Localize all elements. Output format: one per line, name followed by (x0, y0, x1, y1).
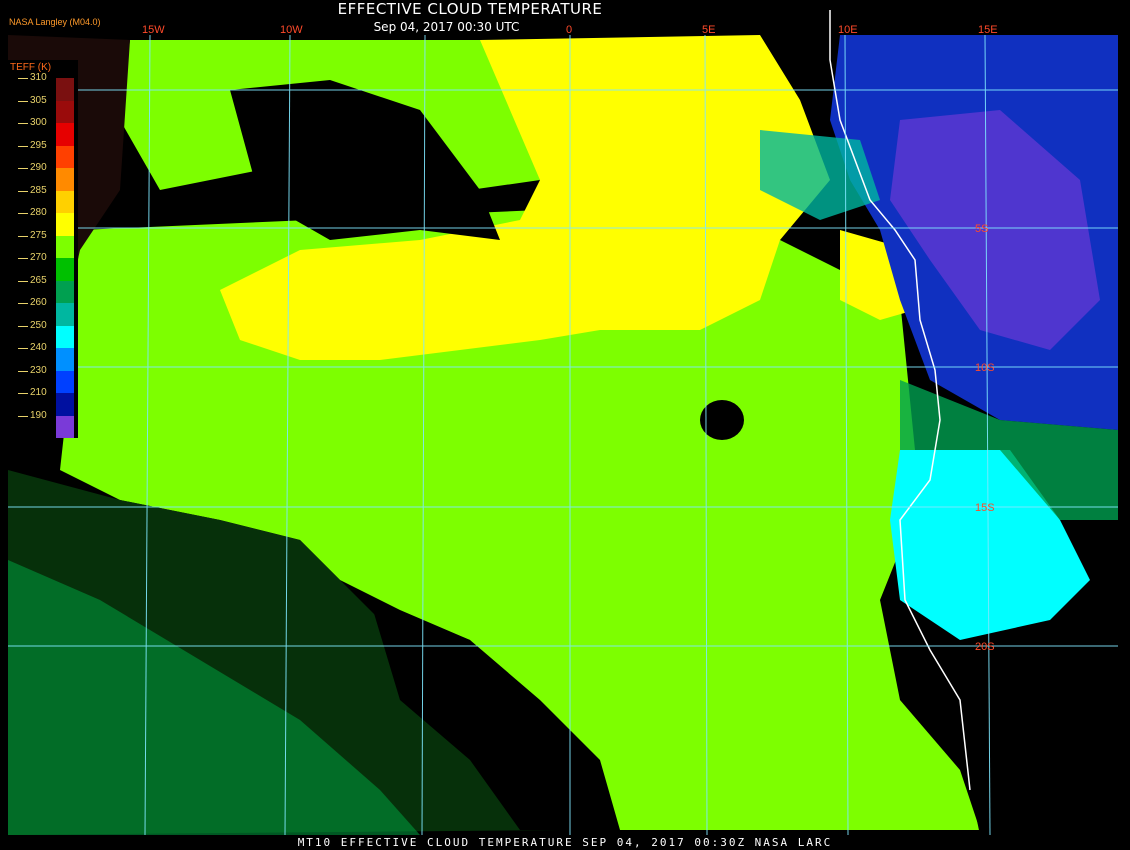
legend-tick-value: 190 (30, 409, 47, 421)
legend-swatch-265 (56, 280, 74, 303)
legend-swatch-305 (56, 100, 74, 123)
legend-tick-value: 305 (30, 94, 47, 106)
legend-tick-mark (18, 123, 28, 124)
legend-tick-mark (18, 235, 28, 237)
clear-sky-southeast (960, 640, 1118, 835)
legend-tick-value: 265 (30, 274, 47, 286)
legend-tick-mark (18, 348, 28, 349)
legend-swatch-190 (56, 415, 74, 438)
legend-swatch-240 (56, 348, 74, 371)
lat-label-5s: 5S (975, 223, 988, 235)
map-title: EFFECTIVE CLOUD TEMPERATURE (337, 0, 603, 18)
legend-swatch-250 (56, 325, 74, 348)
legend-tick-value: 275 (30, 229, 47, 241)
legend-tick-mark (18, 303, 28, 304)
legend-swatch-300 (56, 123, 74, 146)
legend-tick-mark (18, 325, 28, 327)
agency-label: NASA Langley (M04.0) (9, 17, 101, 27)
legend-swatch-280 (56, 213, 74, 236)
legend-tick-value: 285 (30, 184, 47, 196)
legend-tick-value: 270 (30, 252, 47, 263)
legend-swatch-290 (56, 168, 74, 191)
legend-tick-mark (18, 370, 28, 372)
legend-tick-value: 260 (30, 297, 47, 308)
legend-tick-mark (18, 415, 28, 417)
legend-swatch-285 (56, 190, 74, 213)
legend-swatch-260 (56, 303, 74, 326)
legend-tick-mark (18, 213, 28, 214)
lat-label-10s: 10S (975, 362, 995, 374)
legend-tick-mark (18, 100, 28, 102)
legend-tick-value: 295 (30, 139, 47, 151)
legend-swatch-295 (56, 145, 74, 168)
legend-tick-value: 310 (30, 72, 47, 83)
lat-label-20s: 20S (975, 641, 995, 653)
lat-label-15s: 15S (975, 502, 995, 514)
footer-caption: MT10 EFFECTIVE CLOUD TEMPERATURE SEP 04,… (297, 836, 833, 849)
legend-tick-mark (18, 168, 28, 169)
legend-tick-value: 240 (30, 342, 47, 353)
legend-tick-mark (18, 393, 28, 394)
legend-tick-value: 290 (30, 162, 47, 173)
legend-tick-mark (18, 145, 28, 147)
legend-tick-mark (18, 190, 28, 192)
legend-tick-mark (18, 280, 28, 282)
legend-tick-value: 300 (30, 117, 47, 128)
legend-tick-value: 230 (30, 364, 47, 376)
legend-tick-value: 210 (30, 387, 47, 398)
clear-sky-blob (700, 400, 744, 440)
legend-tick-mark (18, 78, 28, 79)
legend-swatch-230 (56, 370, 74, 393)
legend-swatch-270 (56, 258, 74, 281)
legend-tick-value: 280 (30, 207, 47, 218)
legend-swatch-275 (56, 235, 74, 258)
lon-label-15e: 15E (978, 24, 998, 36)
legend-tick-mark (18, 258, 28, 259)
satellite-map: 15W 10W 0 5E 10E 15E 5S 10S 15S 20S (8, 10, 1118, 836)
legend-swatch-310 (56, 78, 74, 101)
legend-tick-value: 250 (30, 319, 47, 331)
legend-swatch-210 (56, 393, 74, 416)
map-timestamp: Sep 04, 2017 00:30 UTC (373, 20, 520, 34)
